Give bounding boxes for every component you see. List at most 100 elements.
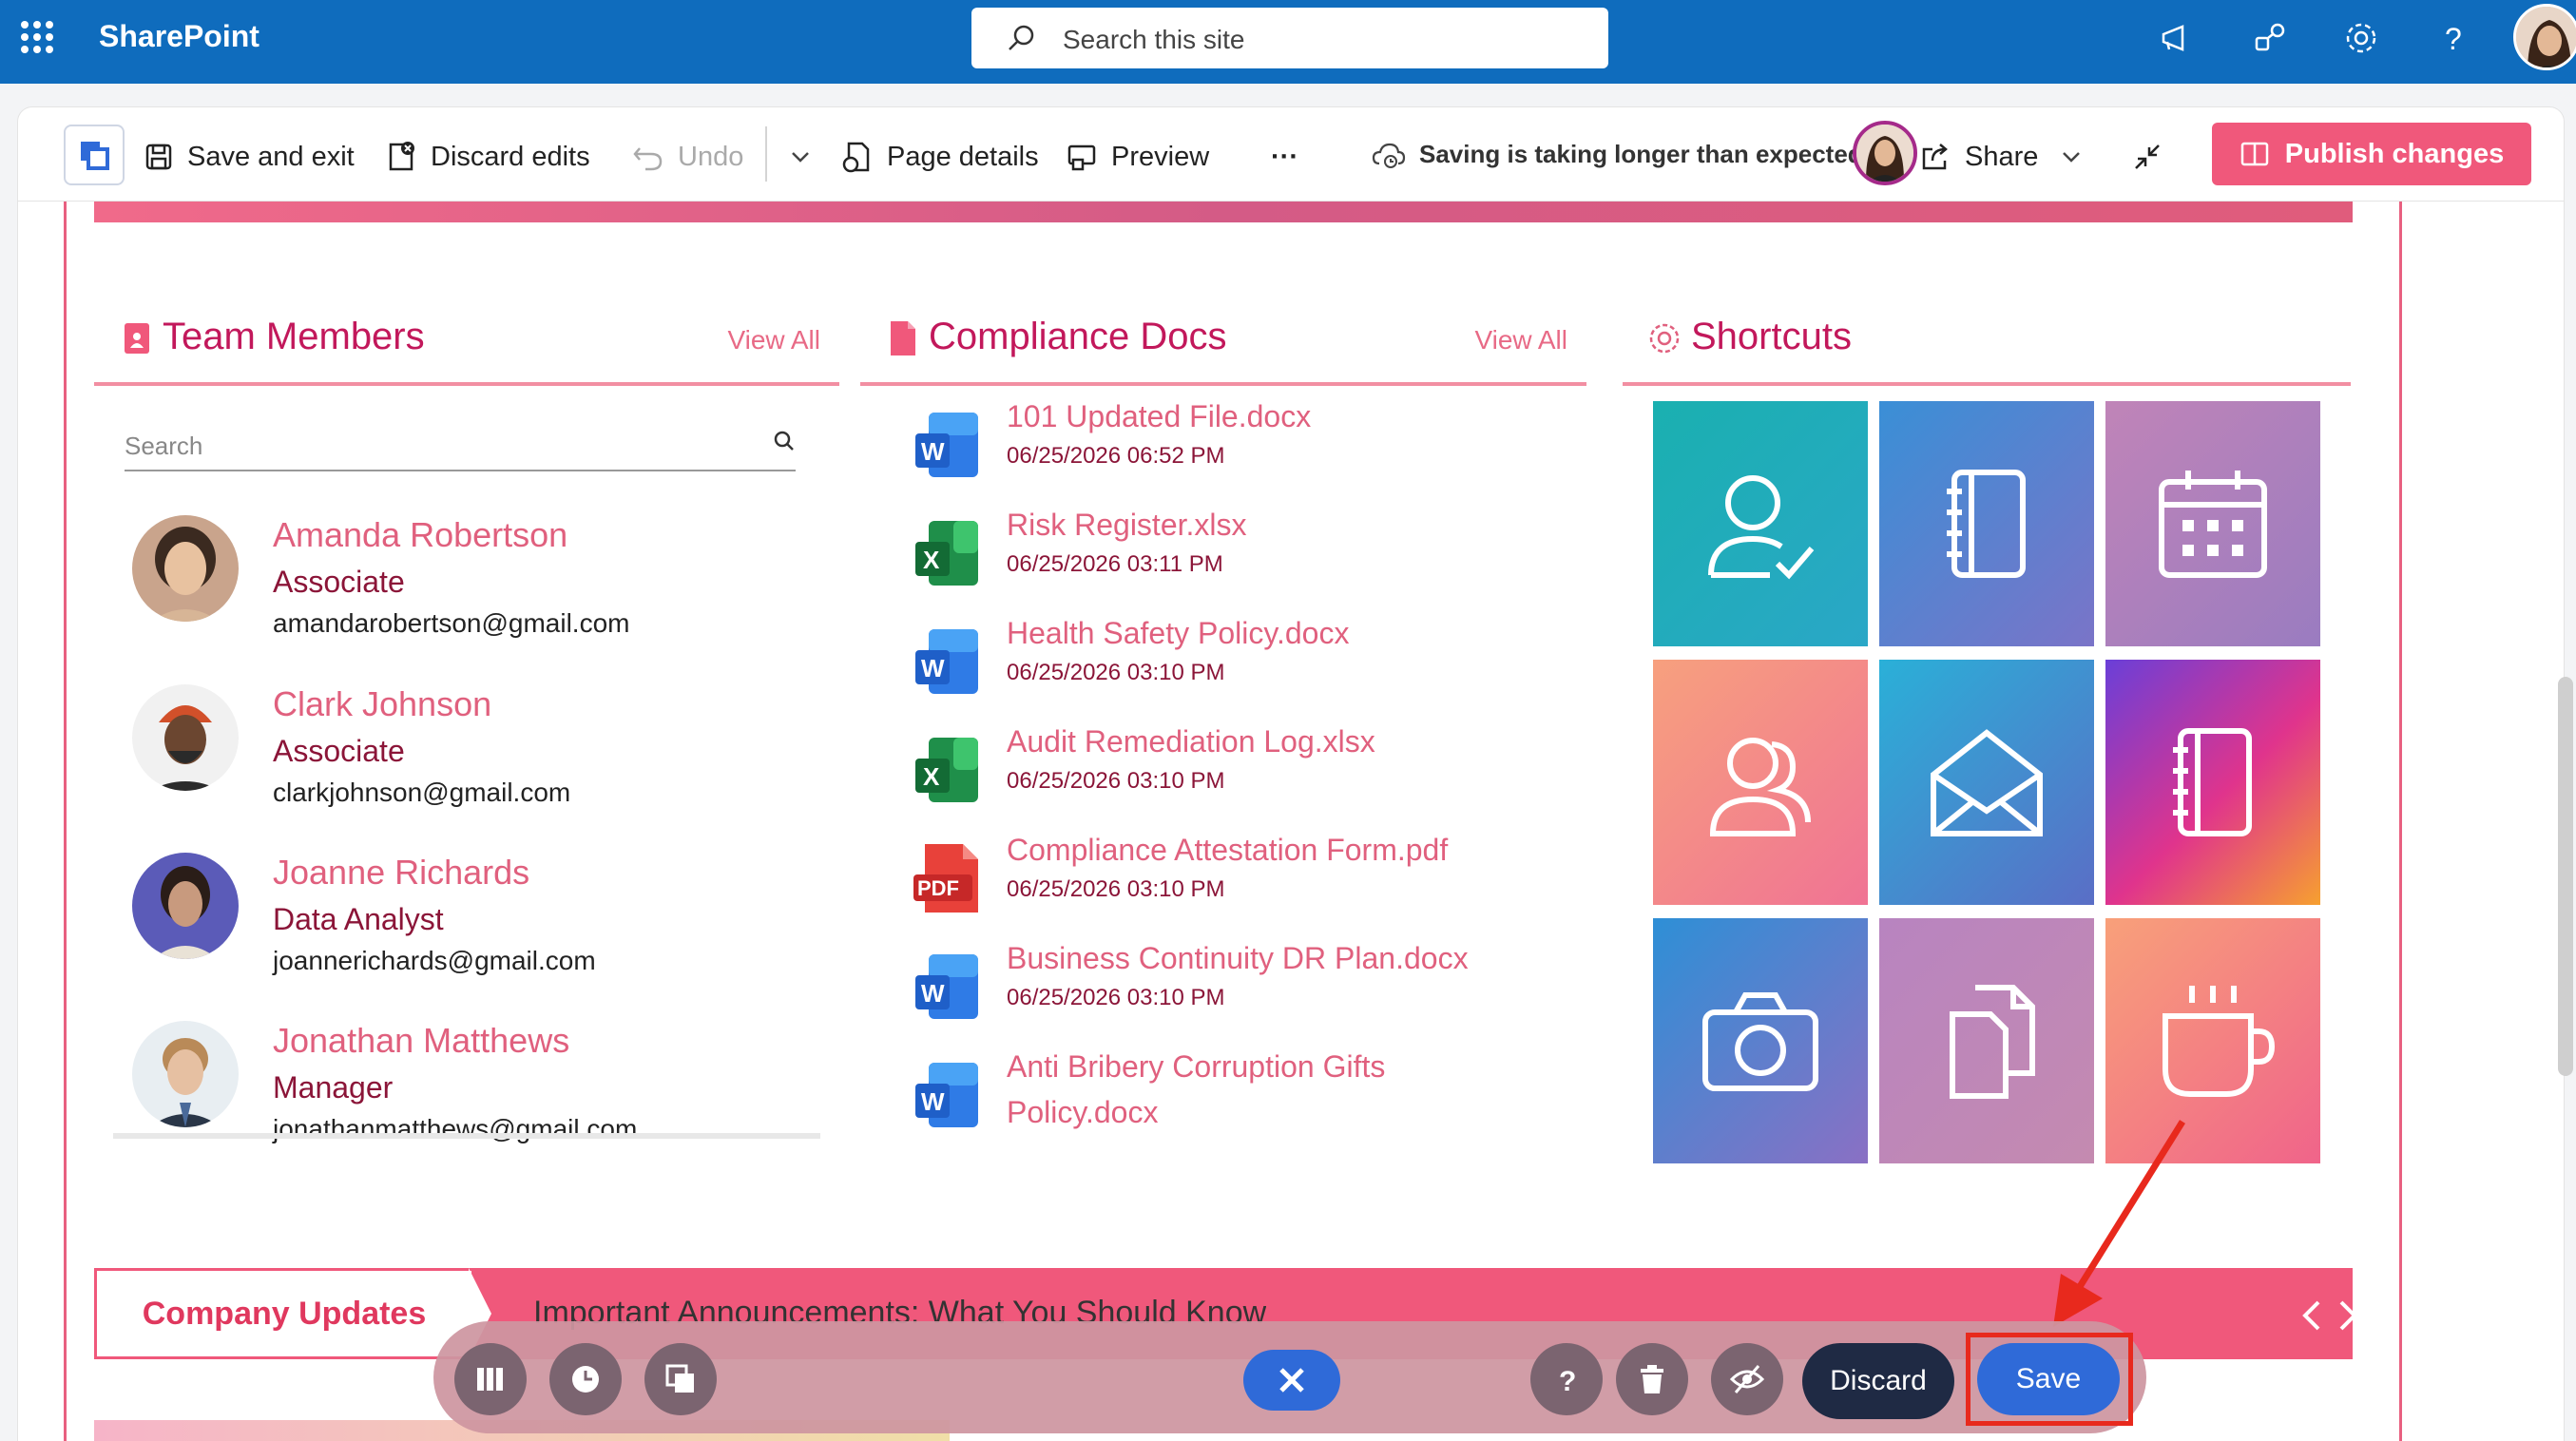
shortcut-tile[interactable] [1879,660,2094,905]
share-network-icon[interactable] [2251,19,2293,61]
avatar [132,515,239,622]
duplicate-button[interactable] [644,1343,717,1415]
preview-button[interactable]: Preview [1066,136,1209,178]
member-name[interactable]: Amanda Robertson [273,515,567,555]
help-icon[interactable]: ? [2433,19,2475,61]
document-name[interactable]: Anti Bribery Corruption Gifts [1007,1049,1385,1085]
share-button[interactable]: Share [1919,136,2095,178]
publish-changes-button[interactable]: Publish changes [2212,123,2531,185]
avatar [132,684,239,791]
discard-button[interactable]: Discard [1802,1343,1954,1419]
close-toolbar-button[interactable] [1243,1350,1340,1411]
svg-text:W: W [921,654,945,682]
shortcut-tile[interactable] [2105,660,2320,905]
document-date: 06/25/2026 03:10 PM [1007,660,1225,685]
delete-button[interactable] [1616,1343,1688,1415]
document-name[interactable]: Audit Remediation Log.xlsx [1007,724,1375,759]
clock-icon [572,1366,599,1393]
team-member-card[interactable]: Clark Johnson Associate clarkjohnson@gma… [132,684,817,827]
document-date: 06/25/2026 06:52 PM [1007,443,1225,469]
team-search-input[interactable]: Search [125,413,796,471]
team-members-title: Team Members [163,316,425,357]
word-file-icon: W [912,949,984,1025]
history-button[interactable] [549,1343,622,1415]
shortcut-tile[interactable] [2105,401,2320,646]
hide-button[interactable] [1711,1343,1783,1415]
team-members-view-all-link[interactable]: View All [727,325,820,355]
document-name[interactable]: Risk Register.xlsx [1007,508,1247,543]
save-highlight-box [1966,1333,2133,1426]
gear-icon [1645,319,1683,357]
svg-text:W: W [921,1087,945,1116]
shortcut-tile[interactable] [1879,401,2094,646]
megaphone-icon[interactable] [2158,19,2200,61]
collapse-button[interactable] [2130,136,2178,178]
document-name[interactable]: Business Continuity DR Plan.docx [1007,941,1469,976]
member-email[interactable]: jonathanmatthews@gmail.com [273,1114,637,1144]
search-icon[interactable] [773,430,796,452]
document-item[interactable]: X Audit Remediation Log.xlsx 06/25/2026 … [893,724,1577,819]
document-name-continued[interactable]: Policy.docx [1007,1095,1158,1130]
coauthor-avatar[interactable] [1853,121,1917,185]
camera-icon [1702,992,1818,1091]
discard-edits-button[interactable]: Discard edits [385,136,590,178]
document-item[interactable]: PDF Compliance Attestation Form.pdf 06/2… [893,833,1577,928]
document-icon [889,319,917,357]
member-name[interactable]: Jonathan Matthews [273,1021,569,1061]
user-avatar[interactable] [2513,4,2576,70]
saving-status-text: Saving is taking longer than expected [1419,140,1863,168]
calendar-icon [2159,471,2267,578]
share-label: Share [1965,141,2039,172]
help-button[interactable]: ? [1530,1343,1603,1415]
gear-icon[interactable] [2342,19,2384,61]
columns-button[interactable] [454,1343,527,1415]
member-email[interactable]: clarkjohnson@gmail.com [273,778,570,808]
document-item[interactable]: X Risk Register.xlsx 06/25/2026 03:11 PM [893,508,1577,603]
eye-off-icon [1729,1365,1765,1393]
undo-dropdown[interactable] [790,136,824,178]
documents-icon [1950,985,2035,1099]
document-name[interactable]: Compliance Attestation Form.pdf [1007,833,1448,868]
shortcut-tile[interactable] [1653,660,1868,905]
page-details-button[interactable]: Page details [841,136,1039,178]
team-member-card[interactable]: Amanda Robertson Associate amandaroberts… [132,515,817,658]
svg-text:?: ? [2445,22,2462,56]
member-name[interactable]: Clark Johnson [273,684,491,724]
shortcut-tile[interactable] [1653,401,1868,646]
document-name[interactable]: Health Safety Policy.docx [1007,616,1349,651]
save-and-exit-button[interactable]: Save and exit [144,136,355,178]
member-email[interactable]: joannerichards@gmail.com [273,946,596,976]
document-item[interactable]: W Health Safety Policy.docx 06/25/2026 0… [893,616,1577,711]
document-item[interactable]: W Anti Bribery Corruption Gifts Policy.d… [893,1049,1577,1144]
shortcuts-header: Shortcuts [1623,306,2351,386]
avatar [132,1021,239,1127]
svg-text:X: X [923,546,940,574]
site-logo-icon[interactable] [64,125,125,185]
copy-icon [665,1364,694,1393]
document-item[interactable]: W Business Continuity DR Plan.docx 06/25… [893,941,1577,1036]
notebook-icon [2173,728,2252,836]
more-options-button[interactable]: ··· [1271,136,1298,178]
document-name[interactable]: 101 Updated File.docx [1007,399,1311,434]
save-icon [145,144,172,170]
app-name[interactable]: SharePoint [99,19,260,54]
document-date: 06/25/2026 03:10 PM [1007,768,1225,794]
member-name[interactable]: Joanne Richards [273,853,529,893]
compliance-docs-header: Compliance Docs View All [860,306,1586,386]
app-launcher-icon[interactable] [21,21,53,53]
member-email[interactable]: amandarobertson@gmail.com [273,608,629,639]
ticker-nav-arrows[interactable] [2299,1297,2360,1335]
team-member-card[interactable]: Jonathan Matthews Manager jonathanmatthe… [132,1021,817,1163]
discard-page-icon [389,142,414,171]
user-check-icon [1708,475,1815,580]
compliance-docs-view-all-link[interactable]: View All [1474,325,1567,355]
vertical-scrollbar[interactable] [2558,677,2573,1076]
document-item[interactable]: W 101 Updated File.docx 06/25/2026 06:52… [893,399,1577,494]
shortcut-tile[interactable] [1653,918,1868,1163]
help-icon: ? [1559,1366,1576,1396]
undo-button[interactable]: Undo [632,136,743,178]
site-search-input[interactable]: Search this site [971,8,1608,68]
undo-icon [633,147,663,171]
member-role: Associate [273,565,405,599]
team-member-card[interactable]: Joanne Richards Data Analyst joannericha… [132,853,817,995]
